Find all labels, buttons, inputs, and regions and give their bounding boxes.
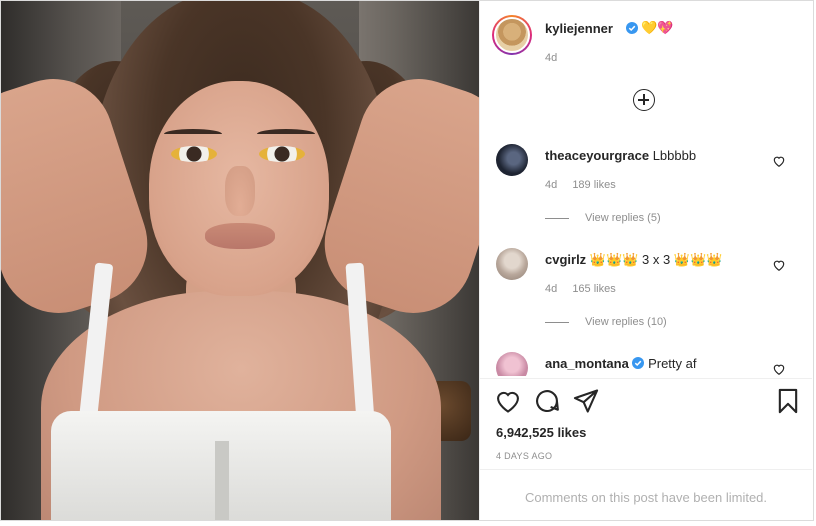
post-actions [480, 387, 812, 419]
post-header: kyliejenner 💛💖 4d [480, 1, 813, 79]
commenter-avatar[interactable] [496, 144, 528, 176]
comment-text: ana_montana Pretty af [545, 355, 696, 373]
photo-eye [259, 146, 305, 162]
photo-eye [171, 146, 217, 162]
author-name-emoji: 💛💖 [641, 20, 674, 35]
author-avatar[interactable] [494, 17, 530, 53]
author-avatar-ring[interactable] [492, 15, 532, 55]
photo-eyebrow [257, 129, 315, 139]
comment-like-heart-icon[interactable] [772, 258, 786, 272]
bookmark-icon[interactable] [774, 387, 802, 415]
post-age[interactable]: 4d [545, 52, 557, 64]
likes-count[interactable]: 6,942,525 likes [496, 425, 586, 440]
footer-divider [480, 469, 812, 470]
photo-nose [225, 166, 255, 216]
verified-badge-icon [632, 357, 645, 369]
comment-likes[interactable]: 165 likes [572, 283, 615, 295]
comment-body: Lbbbbb [652, 148, 697, 163]
view-replies-button[interactable]: View replies (5) [545, 212, 661, 224]
view-replies-label[interactable]: View replies (5) [585, 212, 661, 224]
comment-text: theaceyourgrace Lbbbbb [545, 147, 696, 165]
view-replies-label[interactable]: View replies (10) [585, 316, 667, 328]
instagram-post: kyliejenner 💛💖 4d theaceyourgrace Lbbbbb… [0, 0, 814, 521]
photo-lips [205, 223, 275, 249]
comment-meta: 4d 165 likes [545, 283, 628, 295]
post-photo[interactable] [1, 1, 479, 520]
commenter-avatar[interactable] [496, 352, 528, 376]
comment-text: cvgirlz 👑👑👑 3 x 3 👑👑👑 [545, 251, 722, 269]
comment-body: Pretty af [648, 356, 697, 371]
comment-meta: 4d 189 likes [545, 179, 628, 191]
post-timestamp[interactable]: 4 DAYS AGO [496, 451, 552, 461]
author-username[interactable]: kyliejenner [545, 21, 613, 36]
commenter-username[interactable]: theaceyourgrace [545, 148, 649, 163]
comments-limited-notice: Comments on this post have been limited. [524, 490, 768, 505]
heart-icon[interactable] [494, 387, 522, 415]
comment-like-heart-icon[interactable] [772, 362, 786, 376]
view-replies-button[interactable]: View replies (10) [545, 316, 667, 328]
comment-likes[interactable]: 189 likes [572, 179, 615, 191]
comment-age[interactable]: 4d [545, 283, 557, 295]
photo-bodice-seam [215, 441, 229, 520]
photo-eyebrow [164, 129, 222, 139]
commenter-avatar[interactable] [496, 248, 528, 280]
comment-icon[interactable] [533, 387, 561, 415]
post-side-panel: kyliejenner 💛💖 4d theaceyourgrace Lbbbbb… [479, 1, 813, 520]
comment-like-heart-icon[interactable] [772, 154, 786, 168]
paper-plane-icon[interactable] [572, 387, 600, 415]
commenter-username[interactable]: cvgirlz [545, 252, 586, 267]
actions-divider [480, 378, 812, 379]
commenter-username[interactable]: ana_montana [545, 356, 629, 371]
verified-badge-icon [626, 22, 638, 34]
replies-line [545, 321, 569, 323]
comment-body: 👑👑👑 3 x 3 👑👑👑 [589, 252, 723, 267]
plus-circle-icon[interactable] [633, 89, 655, 111]
comments-list: theaceyourgrace Lbbbbb 4d 189 likes View… [480, 139, 812, 376]
replies-line [545, 217, 569, 219]
comment-age[interactable]: 4d [545, 179, 557, 191]
